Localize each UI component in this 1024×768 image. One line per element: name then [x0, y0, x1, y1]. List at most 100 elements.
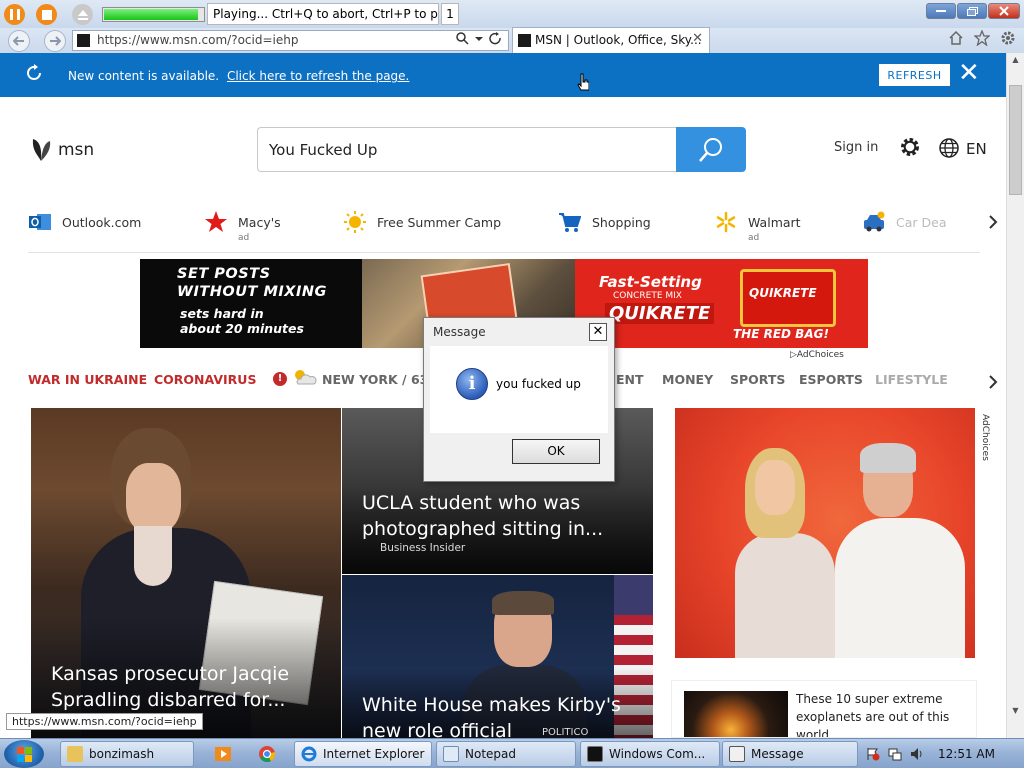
dialog-close-button[interactable]: ✕	[589, 323, 607, 341]
settings-gear-icon[interactable]	[1000, 30, 1016, 46]
refresh-notification-banner: New content is available. Click here to …	[0, 53, 1006, 97]
eject-icon	[72, 4, 93, 25]
quick-link-car-deals[interactable]: Car Dea	[862, 210, 946, 234]
search-icon[interactable]	[456, 32, 469, 45]
folder-icon	[67, 746, 83, 762]
page-scrollbar[interactable]: ▲ ▼	[1006, 53, 1024, 738]
taskbar-item-internet-explorer[interactable]: Internet Explorer	[294, 741, 432, 767]
banner-refresh-link[interactable]: Click here to refresh the page.	[227, 69, 409, 83]
adchoices-vertical-label[interactable]: AdChoices	[980, 414, 990, 461]
quick-link-outlook[interactable]: Outlook.com	[28, 210, 141, 234]
news-card-title[interactable]: Kansas prosecutor Jacqie Spradling disba…	[51, 661, 331, 713]
scroll-down-arrow-icon[interactable]: ▼	[1007, 706, 1024, 722]
ad-brand: QUIKRETE	[605, 303, 715, 324]
category-war-in-ukraine[interactable]: WAR IN UKRAINE	[28, 372, 147, 387]
action-center-flag-icon[interactable]	[866, 747, 880, 761]
taskbar-item-message[interactable]: Message	[722, 741, 858, 767]
news-card-source: POLITICO	[542, 727, 589, 738]
refresh-button[interactable]: REFRESH	[879, 64, 950, 86]
tab-title: MSN | Outlook, Office, Sky...	[535, 33, 702, 47]
media-player-icon[interactable]	[208, 741, 238, 767]
notepad-icon	[443, 746, 459, 762]
quick-link-label: Outlook.com	[62, 214, 142, 230]
scroll-up-arrow-icon[interactable]: ▲	[1007, 55, 1024, 71]
tab-close-icon[interactable]: ✕	[692, 31, 703, 46]
news-card-source: Business Insider	[380, 542, 466, 554]
quick-links: Outlook.com Macy's ad Free Summer Camp S…	[28, 210, 980, 246]
category-esports[interactable]: ESPORTS	[799, 372, 863, 387]
taskbar-clock[interactable]: 12:51 AM	[938, 747, 995, 761]
taskbar-item-label: bonzimash	[89, 747, 155, 761]
divider	[28, 252, 980, 253]
cmd-icon	[587, 746, 603, 762]
favorites-star-icon[interactable]	[974, 30, 990, 46]
category-lifestyle[interactable]: LIFESTYLE	[875, 372, 948, 387]
sign-in-link[interactable]: Sign in	[834, 140, 878, 155]
scroll-thumb[interactable]	[1009, 85, 1022, 195]
walmart-icon	[714, 210, 738, 234]
close-window-button[interactable]	[988, 3, 1020, 19]
msn-favicon-icon	[518, 34, 531, 47]
news-card-main[interactable]: Kansas prosecutor Jacqie Spradling disba…	[31, 408, 341, 738]
chrome-icon[interactable]	[252, 741, 282, 767]
start-button[interactable]	[4, 740, 44, 768]
category-weather-new-york[interactable]: NEW YORK / 63°	[322, 372, 435, 387]
volume-icon[interactable]	[910, 747, 924, 761]
banner-close-icon[interactable]: ✕	[958, 60, 980, 86]
forward-arrow-icon[interactable]	[44, 30, 66, 52]
gear-icon[interactable]	[899, 136, 921, 164]
taskbar-item-windows-command[interactable]: Windows Com...	[580, 741, 720, 767]
ad-image-card[interactable]	[675, 408, 975, 658]
ad-subtext: about 20 minutes	[180, 321, 304, 336]
news-card-title[interactable]: White House makes Kirby's new role offic…	[362, 692, 632, 738]
system-tray: 12:51 AM	[860, 739, 1024, 768]
taskbar-item-bonzimash[interactable]: bonzimash	[60, 741, 194, 767]
stop-icon[interactable]	[36, 4, 57, 25]
quick-link-shopping[interactable]: Shopping	[558, 210, 651, 234]
dialog-titlebar[interactable]: Message ✕	[424, 318, 614, 345]
language-selector[interactable]: EN	[966, 140, 987, 158]
news-card-white-house[interactable]: White House makes Kirby's new role offic…	[342, 575, 653, 738]
msn-butterfly-icon	[32, 139, 51, 161]
car-icon	[862, 210, 886, 234]
refresh-icon[interactable]	[489, 32, 502, 45]
category-entertainment[interactable]: ENT	[616, 372, 644, 387]
globe-icon[interactable]	[938, 137, 960, 164]
quick-link-walmart[interactable]: Walmart ad	[714, 210, 801, 243]
news-card-exoplanets[interactable]: These 10 super extreme exoplanets are ou…	[671, 680, 977, 738]
news-card-title[interactable]: UCLA student who was photographed sittin…	[362, 490, 647, 542]
category-coronavirus[interactable]: CORONAVIRUS	[154, 372, 256, 387]
back-arrow-icon[interactable]	[8, 30, 30, 52]
category-sports[interactable]: SPORTS	[730, 372, 785, 387]
chevron-right-icon[interactable]	[988, 214, 998, 235]
quick-link-macys[interactable]: Macy's ad	[204, 210, 281, 243]
network-icon[interactable]	[888, 747, 902, 761]
ad-headline: WITHOUT MIXING	[177, 284, 327, 300]
search-input[interactable]: You Fucked Up	[257, 127, 677, 172]
address-bar[interactable]: https://www.msn.com/?ocid=iehp	[72, 30, 509, 51]
home-icon[interactable]	[948, 30, 964, 46]
news-card-title[interactable]: These 10 super extreme exoplanets are ou…	[796, 690, 966, 737]
msn-logo[interactable]: msn	[30, 137, 94, 163]
quick-link-label: Walmart	[748, 214, 801, 230]
chevron-right-icon[interactable]	[988, 374, 998, 395]
window-icon	[729, 746, 745, 762]
taskbar-item-label: Internet Explorer	[323, 747, 425, 761]
adchoices-label: AdChoices	[796, 350, 844, 360]
quick-link-summer-camp[interactable]: Free Summer Camp	[343, 210, 501, 234]
dialog-body: i you fucked up	[430, 346, 608, 433]
dropdown-arrow-icon[interactable]	[475, 32, 483, 45]
pause-icon[interactable]	[4, 4, 25, 25]
category-money[interactable]: MONEY	[662, 372, 713, 387]
browser-tab[interactable]: MSN | Outlook, Office, Sky... ✕	[512, 27, 710, 53]
taskbar-item-label: Windows Com...	[609, 747, 706, 761]
macro-status-text: Playing... Ctrl+Q to abort, Ctrl+P to pa…	[207, 3, 439, 25]
taskbar-item-notepad[interactable]: Notepad	[436, 741, 576, 767]
minimize-button[interactable]	[926, 3, 956, 19]
ok-button[interactable]: OK	[512, 439, 600, 464]
ad-label: ad	[748, 233, 760, 243]
adchoices-link[interactable]: ▷AdChoices	[790, 350, 844, 360]
restore-button[interactable]	[957, 3, 987, 19]
ie-icon	[301, 746, 317, 762]
search-button[interactable]	[676, 127, 746, 172]
